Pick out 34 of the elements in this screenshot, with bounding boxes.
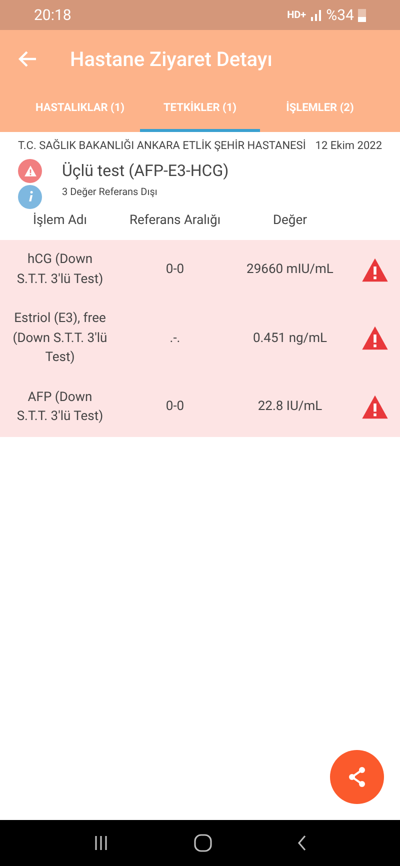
- table-cell-text: 0-0: [164, 260, 186, 279]
- table-cell-text: 22.8 IU/mL: [256, 398, 324, 416]
- table-cell-text: AFP (Down S.T.T. 3'lü Test): [16, 388, 104, 426]
- tab[interactable]: İŞLEMLER (2): [260, 88, 380, 132]
- recent-apps-icon[interactable]: [92, 835, 109, 851]
- screen-title: Hastane Ziyaret Detayı: [70, 46, 272, 73]
- table-cell-text: 29660 mIU/mL: [246, 260, 334, 279]
- tab[interactable]: TETKİKLER (1): [140, 88, 260, 132]
- battery-level: %34: [326, 4, 354, 26]
- clock: 20:18: [34, 4, 72, 26]
- table-cell-text: Estriol (E3), free (Down S.T.T. 3'lü Test): [12, 310, 108, 367]
- warning-icon: [361, 325, 389, 352]
- alert-icon: [18, 158, 42, 182]
- column-header: İşlem Adı: [32, 212, 88, 230]
- battery-icon: [358, 8, 366, 22]
- share-button[interactable]: [330, 750, 384, 804]
- column-header: Değer: [272, 212, 308, 230]
- warning-icon: [361, 256, 389, 282]
- table-cell-text: .-.: [168, 330, 182, 348]
- info-icon: [18, 184, 42, 208]
- home-icon[interactable]: [194, 834, 212, 852]
- table-cell-text: 0-0: [164, 398, 186, 416]
- table-cell-text: hCG (Down S.T.T. 3'lü Test): [16, 251, 104, 288]
- table-cell-text: 0.451 ng/mL: [252, 330, 328, 348]
- network-label: HD+: [287, 8, 306, 22]
- info-text: 3 Değer Referans Dışı: [62, 186, 158, 200]
- column-header: Referans Aralığı: [128, 212, 222, 230]
- test-name: Üçlü test (AFP-E3-HCG): [62, 160, 229, 182]
- hospital-name: T.C. SAĞLIK BAKANLIĞI ANKARA ETLİK ŞEHİR HASTANESİ: [18, 138, 306, 154]
- signal-icon: [310, 9, 322, 21]
- back-icon[interactable]: [297, 835, 308, 851]
- visit-date: 12 Ekim 2022: [315, 138, 382, 154]
- warning-icon: [361, 394, 389, 420]
- tab[interactable]: HASTALIKLAR (1): [20, 88, 140, 132]
